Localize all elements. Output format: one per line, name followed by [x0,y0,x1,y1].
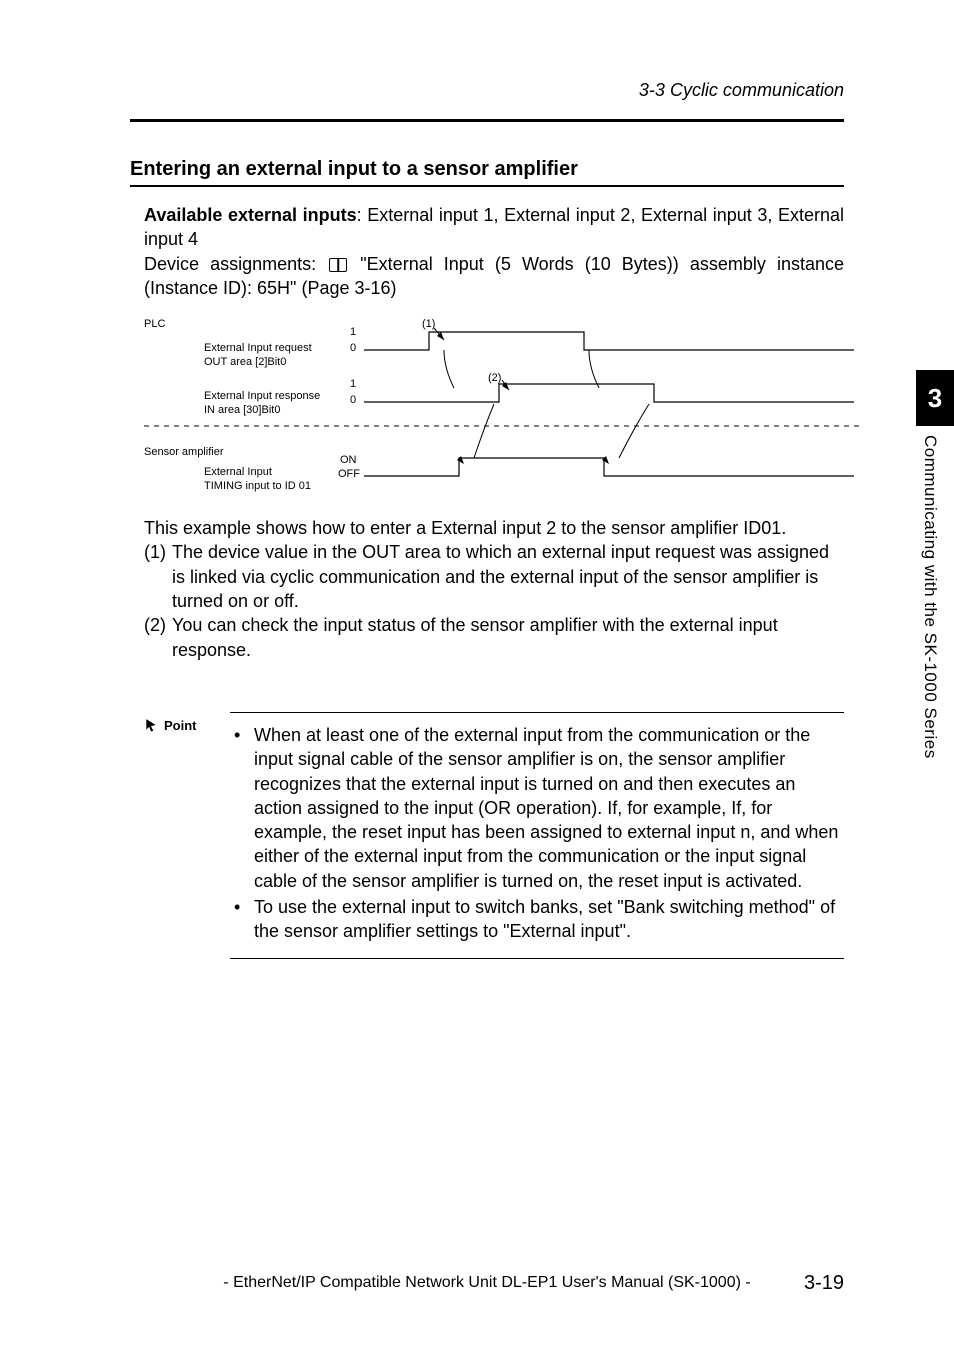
point-text: Point [164,718,197,733]
point-content: • When at least one of the external inpu… [230,712,844,959]
intro-paragraph: Available external inputs: External inpu… [130,203,844,252]
example-intro: This example shows how to enter a Extern… [130,516,844,540]
footer: - EtherNet/IP Compatible Network Unit DL… [0,1274,954,1292]
item1-num: (1) [144,540,172,613]
item1-text: The device value in the OUT area to whic… [172,540,844,613]
section-rule [130,185,844,187]
bullet1-text: When at least one of the external input … [254,723,840,893]
footer-title: - EtherNet/IP Compatible Network Unit DL… [223,1274,750,1292]
book-icon [329,258,347,272]
pointer-icon [144,718,158,732]
device-paragraph: Device assignments: "External Input (5 W… [130,252,844,301]
diagram-svg [144,318,864,498]
point-bullet-2: • To use the external input to switch ba… [234,895,840,944]
header-rule [130,119,844,122]
numbered-list: (1) The device value in the OUT area to … [130,540,844,661]
header-breadcrumb: 3-3 Cyclic communication [130,80,844,101]
list-item-1: (1) The device value in the OUT area to … [144,540,844,613]
chapter-tab: 3 [916,370,954,426]
item2-text: You can check the input status of the se… [172,613,844,662]
point-bullet-1: • When at least one of the external inpu… [234,723,840,893]
bullet2-text: To use the external input to switch bank… [254,895,840,944]
timing-diagram: PLC External Input request OUT area [2]B… [144,318,844,498]
item2-num: (2) [144,613,172,662]
sidebar-title: Communicating with the SK-1000 Series [920,435,940,759]
point-label: Point [144,712,230,733]
section-heading: Entering an external input to a sensor a… [130,158,844,181]
intro-bold: Available external inputs [144,205,357,225]
point-box: Point • When at least one of the externa… [144,712,844,959]
list-item-2: (2) You can check the input status of th… [144,613,844,662]
page-number: 3-19 [804,1272,844,1295]
device-prefix: Device assignments: [144,254,327,274]
